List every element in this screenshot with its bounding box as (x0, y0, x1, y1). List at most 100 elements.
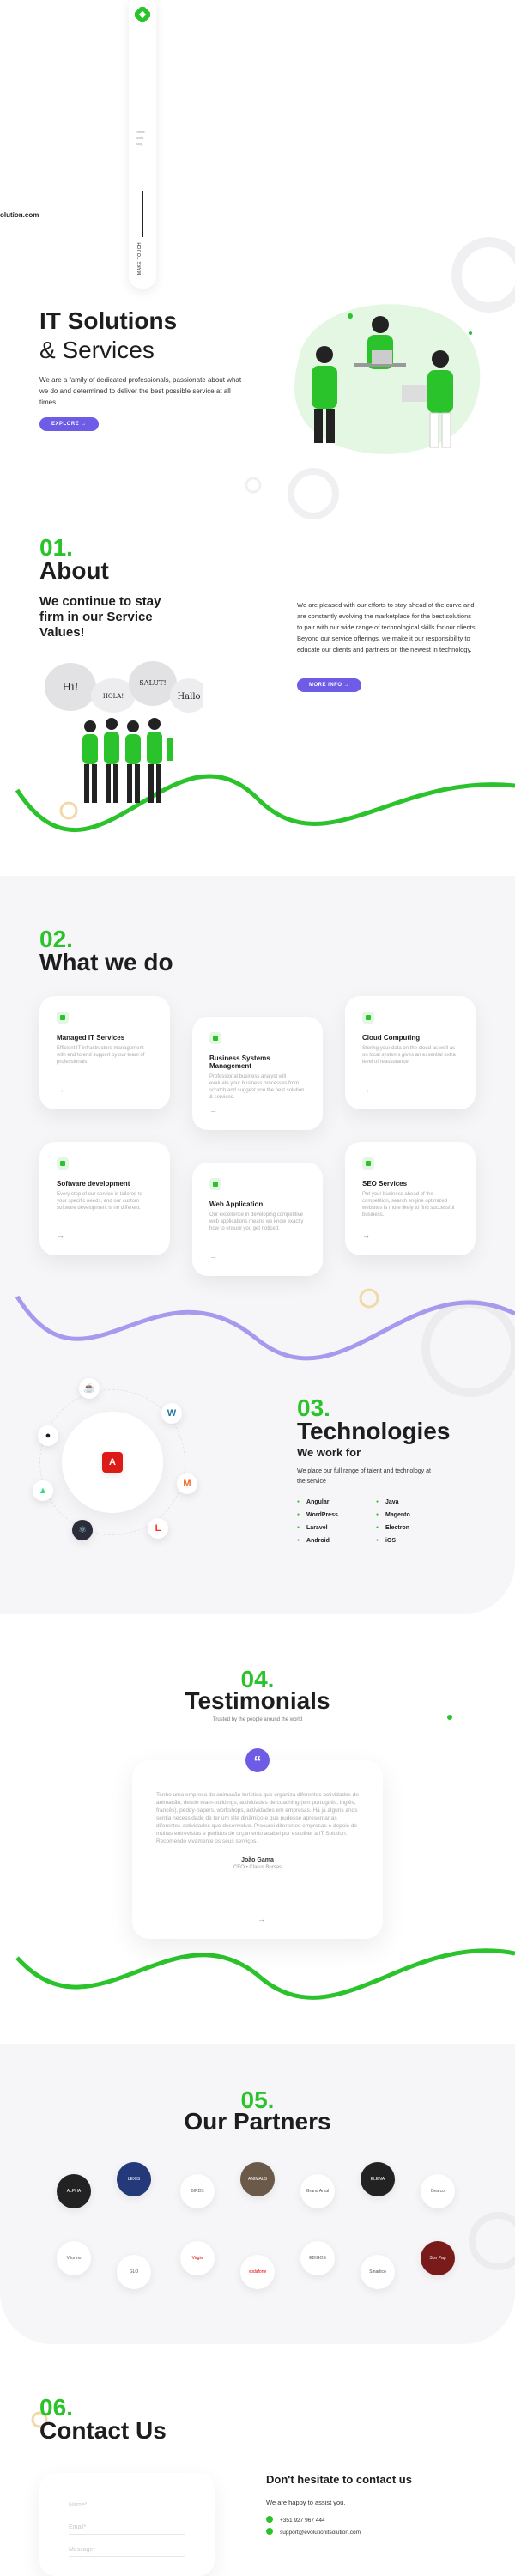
sidebar-vertical-label[interactable]: MAKE TOUCH (137, 242, 142, 275)
site-url[interactable]: olution.com (0, 211, 39, 219)
service-card-title: Managed IT Services (57, 1034, 125, 1042)
deco-ring-3 (245, 477, 262, 494)
service-card-web-application[interactable]: Web Application Our excellence in develo… (192, 1163, 323, 1276)
about-number: 01. (39, 534, 73, 561)
arrow-right-icon[interactable]: → (57, 1085, 64, 1094)
partner-logo[interactable]: ELENA (360, 2162, 395, 2196)
email-address[interactable]: support@evolutionitsolution.com (280, 2530, 360, 2536)
technologies-number: 03. (297, 1394, 330, 1421)
contact-heading: Don't hesitate to contact us (266, 2473, 412, 2486)
explore-button[interactable]: EXPLORE → (39, 417, 99, 431)
partner-logo[interactable]: Sinartico (360, 2255, 395, 2289)
laravel-icon: L (148, 1518, 168, 1539)
server-icon (57, 1012, 69, 1024)
cloud-icon (362, 1012, 374, 1024)
testimonial-card: Tenho uma empresa de animação turística … (132, 1760, 383, 1939)
testimonials-title: Testimonials (185, 1687, 330, 1714)
email-field[interactable]: Email* (69, 2524, 185, 2535)
whatwedo-title: What we do (39, 949, 173, 975)
about-illustration: Hi! HOLA! SALUT! Hallo (45, 661, 203, 803)
arrow-right-icon[interactable]: → (209, 1252, 217, 1261)
quote-icon: “ (245, 1748, 270, 1772)
deco-ring-2 (288, 468, 339, 519)
testimonial-text: Tenho uma empresa de animação turística … (156, 1792, 359, 1844)
deco-ring-7 (469, 2212, 515, 2270)
partner-logo[interactable]: Son Pag (421, 2241, 455, 2275)
browser-icon (209, 1178, 221, 1190)
service-card-desc: Professional business analyst will evalu… (209, 1074, 305, 1100)
wordpress-icon: W (161, 1403, 182, 1424)
sidebar-menu-item[interactable]: Home (136, 129, 145, 135)
contact-subheading: We are happy to assist you. (266, 2499, 346, 2506)
tech-item: Java (376, 1496, 453, 1509)
hero-subtitle: & Services (39, 337, 154, 363)
deco-ring-6 (421, 1299, 515, 1397)
sidebar-menu-item[interactable]: Work (136, 135, 145, 141)
service-card-managed-it[interactable]: Managed IT Services Efficient IT infrast… (39, 996, 170, 1109)
testimonial-author: João Gama (241, 1857, 274, 1863)
service-card-desc: Put your business ahead of the competiti… (362, 1192, 455, 1218)
partner-logo[interactable]: Grand Amal (300, 2174, 335, 2208)
service-card-title: SEO Services (362, 1180, 408, 1188)
partner-logo[interactable]: Vitorino (57, 2241, 91, 2275)
phone-number[interactable]: +351 927 967 444 (280, 2518, 325, 2524)
technologies-text: We place our full range of talent and te… (297, 1468, 431, 1485)
tech-item: iOS (376, 1534, 453, 1547)
about-text: We are pleased with our efforts to stay … (297, 601, 477, 653)
mail-icon (266, 2528, 273, 2535)
testimonial-role: CEO • Clarus Bursas (233, 1865, 282, 1870)
partner-logo[interactable]: ANIMALS (240, 2162, 275, 2196)
android-icon: ▲ (33, 1480, 53, 1501)
partner-logo[interactable]: BIRDS (180, 2174, 215, 2208)
arrow-right-icon[interactable]: → (362, 1231, 370, 1240)
about-tagline: We continue to stay firm in our Service … (39, 594, 161, 640)
service-card-title: Business Systems Management (209, 1054, 270, 1070)
bubble-hallo: Hallo (177, 692, 200, 702)
arrow-right-icon[interactable]: → (362, 1085, 370, 1094)
partner-logo[interactable]: GLO (117, 2255, 151, 2289)
partner-logo[interactable]: EDIGOS (300, 2241, 335, 2275)
sidebar-menu-item[interactable]: Blog (136, 141, 145, 147)
arrow-right-icon[interactable]: → (57, 1231, 64, 1240)
chart-icon (362, 1157, 374, 1170)
technologies-column-2: Java Magento Electron iOS (376, 1496, 453, 1547)
partner-logo[interactable]: LEXIS (117, 2162, 151, 2196)
apple-icon: ● (38, 1425, 58, 1446)
service-card-software-development[interactable]: Software development Every step of our s… (39, 1142, 170, 1255)
java-icon: ☕ (79, 1378, 100, 1399)
bubble-hi: Hi! (62, 681, 78, 693)
sidebar-divider (142, 191, 143, 237)
tech-item: Laravel (297, 1522, 374, 1534)
bubble-salut: SALUT! (139, 679, 166, 687)
partner-logo[interactable]: Virgin (180, 2241, 215, 2275)
more-info-button[interactable]: MORE INFO → (297, 678, 362, 692)
briefcase-icon (209, 1032, 221, 1044)
service-card-title: Software development (57, 1180, 130, 1188)
service-card-business-systems[interactable]: Business Systems Management Professional… (192, 1017, 323, 1130)
service-card-desc: Our excellence in developing competitive… (209, 1212, 304, 1231)
sidebar-menu: Home Work Blog (136, 129, 145, 147)
partner-logo[interactable]: ALPHA (57, 2174, 91, 2208)
service-card-cloud-computing[interactable]: Cloud Computing Storing your data on the… (345, 996, 476, 1109)
sidebar: Home Work Blog MAKE TOUCH (129, 0, 156, 289)
technologies-title: Technologies (297, 1418, 451, 1444)
message-field[interactable]: Message* (69, 2547, 185, 2557)
green-wave-2 (15, 1948, 515, 2000)
partner-logo[interactable]: Bearco (421, 2174, 455, 2208)
contact-form: Name* Email* Message* (39, 2473, 215, 2576)
contact-email[interactable]: support@evolutionitsolution.com (266, 2528, 360, 2536)
logo-icon[interactable] (135, 7, 150, 22)
hero-text: We are a family of dedicated professiona… (39, 376, 242, 406)
service-card-desc: Storing your data on the cloud as well a… (362, 1046, 456, 1065)
contact-phone[interactable]: +351 927 967 444 (266, 2516, 325, 2524)
testimonials-subtitle: Trusted by the people around the world (212, 1717, 303, 1722)
service-card-seo[interactable]: SEO Services Put your business ahead of … (345, 1142, 476, 1255)
bubble-hola: HOLA! (103, 693, 124, 700)
arrow-right-icon[interactable]: → (209, 1106, 217, 1115)
contact-number: 06. (39, 2394, 73, 2421)
name-field[interactable]: Name* (69, 2502, 185, 2512)
tech-item: WordPress (297, 1509, 374, 1522)
service-card-title: Web Application (209, 1200, 264, 1208)
next-arrow-icon[interactable]: → (258, 1915, 265, 1923)
partner-logo[interactable]: vodafone (240, 2255, 275, 2289)
